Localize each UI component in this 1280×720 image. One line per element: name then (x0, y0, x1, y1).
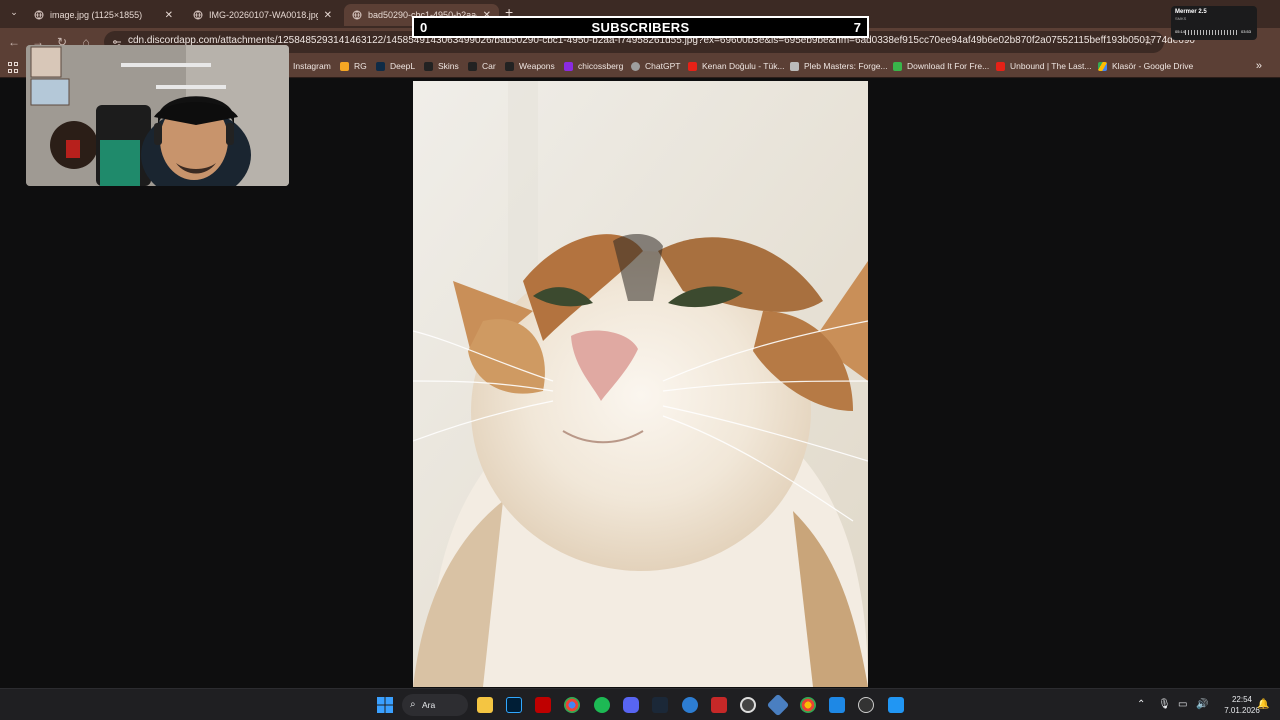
bookmark-chatgpt[interactable]: ChatGPT (631, 61, 680, 71)
clock-date: 7.01.2026 (1224, 706, 1260, 715)
bookmark-label: DeepL (390, 61, 416, 71)
app-blue-icon[interactable] (766, 693, 790, 717)
bookmark-label: Klasör - Google Drive (1112, 61, 1194, 71)
volume-icon[interactable]: 🔊 (1196, 699, 1208, 710)
tab-search-chevron-icon[interactable]: ⌄ (6, 7, 22, 21)
waveform-icon (1185, 30, 1237, 35)
tab-img-wa0018[interactable]: IMG-20260107-WA0018.jpg (11 ✕ (185, 4, 340, 26)
windows-taskbar: ⌕ Ara ⌃ 🎙 ▭ 🔊 22:54 7.01.2026 🔔 (0, 688, 1280, 720)
track-artist: SMKS (1175, 16, 1187, 21)
spotify-icon[interactable] (594, 697, 610, 713)
globe-icon (352, 10, 362, 20)
search-icon: ⌕ (410, 699, 416, 710)
track-title: Mermer 2.5 (1175, 9, 1207, 15)
system-clock[interactable]: 22:54 7.01.2026 (1222, 694, 1262, 716)
deepl-icon (376, 61, 385, 71)
rust-icon (424, 61, 433, 71)
bookmark-car[interactable]: Car (468, 61, 496, 71)
webcam-feed (26, 45, 289, 186)
bookmark-label: Car (482, 61, 496, 71)
obs-icon[interactable] (740, 697, 756, 713)
close-tab-icon[interactable]: ✕ (165, 10, 173, 21)
bookmark-label: Kenan Doğulu - Tük... (702, 61, 785, 71)
bookmark-download-it[interactable]: Download It For Fre... (893, 61, 989, 71)
bookmark-label: Pleb Masters: Forge... (804, 61, 888, 71)
tab-title: image.jpg (1125×1855) (50, 10, 143, 20)
globe-icon (34, 10, 44, 20)
subscriber-count-left: 0 (420, 19, 428, 35)
track-total: 03:53 (1241, 29, 1252, 34)
paint-icon[interactable] (888, 697, 904, 713)
notifications-icon[interactable]: 🔔 (1257, 699, 1269, 710)
photoshop-icon[interactable] (506, 697, 522, 713)
bookmark-deepl[interactable]: DeepL (376, 61, 415, 71)
rg-icon (340, 61, 349, 71)
pleb-masters-icon (790, 61, 799, 71)
download-it-icon (893, 61, 902, 71)
bookmark-instagram[interactable]: Instagram (293, 61, 331, 71)
chrome-canary-icon[interactable] (800, 697, 816, 713)
cat-photo (413, 81, 868, 687)
media-player-icon[interactable] (858, 697, 874, 713)
apps-grid-icon[interactable] (8, 62, 19, 73)
bookmark-label: Download It For Fre... (907, 61, 990, 71)
subscriber-counter: 0 SUBSCRIBERS 7 (412, 16, 869, 38)
network-icon[interactable]: ▭ (1178, 699, 1187, 710)
windows-start-icon[interactable] (377, 697, 393, 713)
app-red-icon[interactable] (711, 697, 727, 713)
twitch-icon (564, 61, 573, 71)
notepad-icon[interactable] (829, 697, 845, 713)
bookmark-star-icon[interactable]: ☆ (1143, 34, 1154, 48)
bookmark-label: Skins (438, 61, 459, 71)
edge-icon[interactable] (682, 697, 698, 713)
bookmark-label: Instagram (293, 61, 331, 71)
clock-time: 22:54 (1231, 695, 1253, 704)
bookmark-google-drive[interactable]: Klasör - Google Drive (1098, 61, 1193, 71)
tab-title: IMG-20260107-WA0018.jpg (11 (209, 10, 318, 20)
bookmark-label: ChatGPT (645, 61, 681, 71)
bookmark-unbound[interactable]: Unbound | The Last... (996, 61, 1091, 71)
subscriber-count-right: 7 (853, 19, 861, 35)
globe-icon (193, 10, 203, 20)
subscriber-label: SUBSCRIBERS (591, 19, 690, 35)
bookmark-label: chicossberg (578, 61, 624, 71)
track-elapsed: 05:14 (1175, 29, 1186, 34)
bookmark-label: Weapons (519, 61, 555, 71)
rust-icon (468, 61, 477, 71)
close-tab-icon[interactable]: ✕ (324, 10, 332, 21)
discord-icon[interactable] (623, 697, 639, 713)
google-drive-icon (1098, 61, 1107, 71)
bookmark-weapons[interactable]: Weapons (505, 61, 555, 71)
bookmark-pleb-masters[interactable]: Pleb Masters: Forge... (790, 61, 888, 71)
chatgpt-icon (631, 61, 640, 71)
bookmark-label: Unbound | The Last... (1010, 61, 1092, 71)
rust-icon (505, 61, 514, 71)
back-arrow-icon[interactable]: ← (6, 34, 22, 50)
bookmark-skins[interactable]: Skins (424, 61, 459, 71)
file-explorer-icon[interactable] (477, 697, 493, 713)
search-label: Ara (422, 700, 436, 710)
microphone-icon[interactable]: 🎙 (1158, 699, 1171, 710)
bookmark-chicossberg[interactable]: chicossberg (564, 61, 623, 71)
chrome-icon[interactable] (564, 697, 580, 713)
tab-image-jpg[interactable]: image.jpg (1125×1855) ✕ (26, 4, 181, 26)
more-bookmarks-icon[interactable]: » (1256, 60, 1262, 72)
taskbar-search[interactable]: ⌕ Ara (402, 694, 468, 716)
bookmark-label: RG (354, 61, 367, 71)
tray-overflow-chevron-icon[interactable]: ⌃ (1137, 699, 1145, 710)
bookmark-rg[interactable]: RG (340, 61, 367, 71)
bookmark-kenan-dogulu[interactable]: Kenan Doğulu - Tük... (688, 61, 785, 71)
filezilla-icon[interactable] (535, 697, 551, 713)
media-player-widget[interactable]: Mermer 2.5 SMKS 05:14 03:53 (1171, 6, 1257, 40)
youtube-icon (688, 61, 697, 71)
steam-icon[interactable] (652, 697, 668, 713)
youtube-icon (996, 61, 1005, 71)
